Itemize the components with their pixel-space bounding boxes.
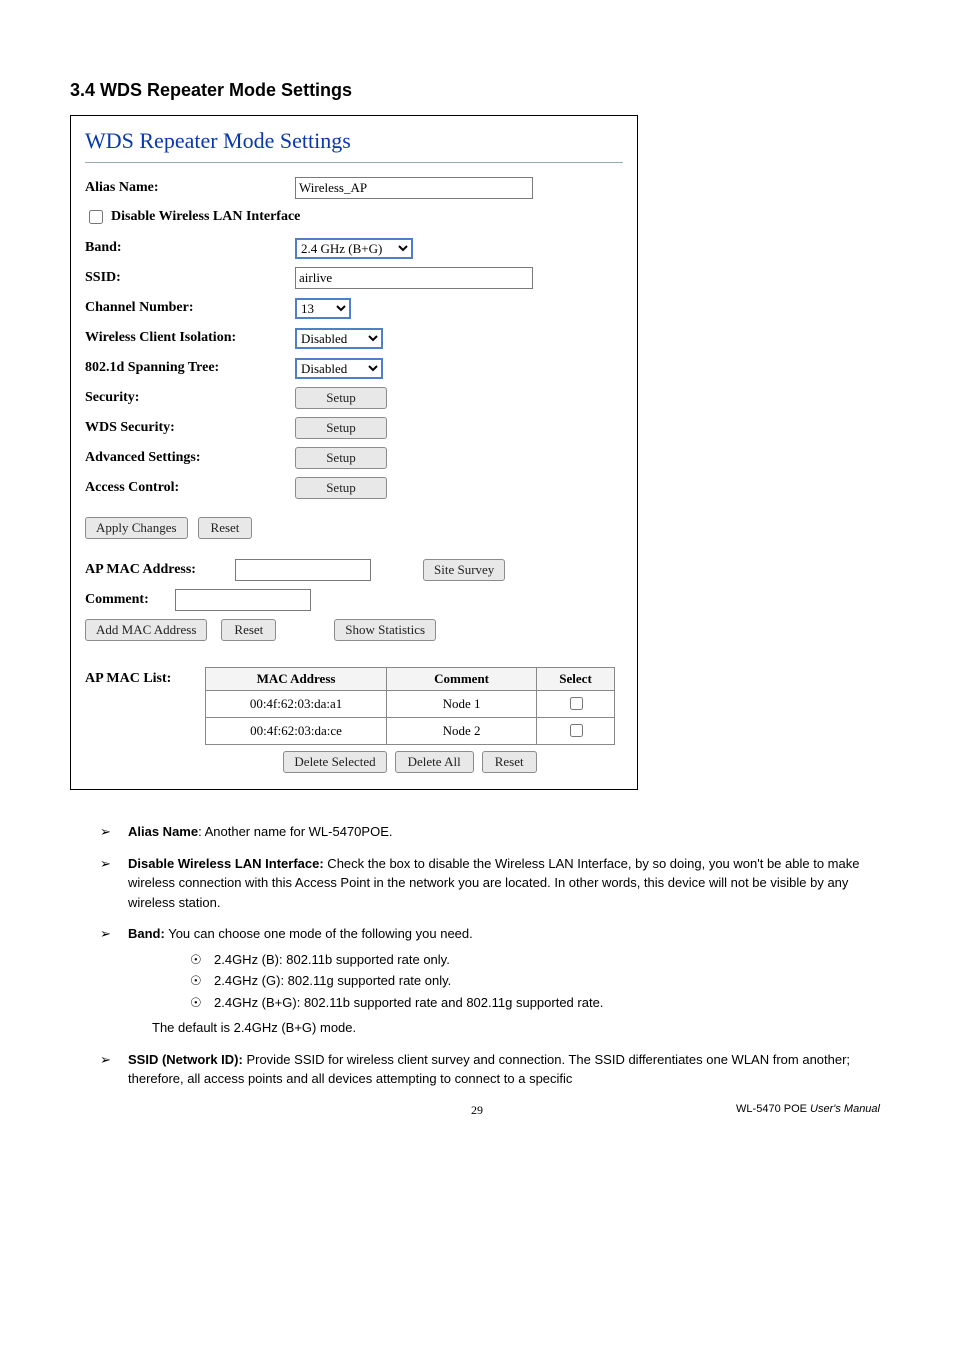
advanced-setup-button[interactable]: Setup xyxy=(295,447,387,469)
isolation-select[interactable]: Disabled xyxy=(295,328,383,349)
delete-selected-button[interactable]: Delete Selected xyxy=(283,751,386,773)
wds-security-label: WDS Security: xyxy=(85,420,295,436)
row-select-checkbox[interactable] xyxy=(570,724,583,737)
list-item: SSID (Network ID): Provide SSID for wire… xyxy=(104,1050,884,1089)
cell-comment: Node 1 xyxy=(387,691,537,718)
isolation-label: Wireless Client Isolation: xyxy=(85,330,295,346)
sub-list-item: 2.4GHz (G): 802.11g supported rate only. xyxy=(190,971,884,991)
ssid-label: SSID: xyxy=(85,270,295,286)
access-control-label: Access Control: xyxy=(85,480,295,496)
comment-input[interactable] xyxy=(175,589,311,611)
cell-comment: Node 2 xyxy=(387,718,537,745)
alias-name-label: Alias Name: xyxy=(85,180,295,196)
list-item: Band: You can choose one mode of the fol… xyxy=(104,924,884,1038)
divider xyxy=(85,162,623,163)
th-mac: MAC Address xyxy=(206,668,387,691)
th-select: Select xyxy=(537,668,615,691)
security-setup-button[interactable]: Setup xyxy=(295,387,387,409)
ap-mac-address-label: AP MAC Address: xyxy=(85,562,225,578)
channel-label: Channel Number: xyxy=(85,300,295,316)
security-label: Security: xyxy=(85,390,295,406)
reset-button-1[interactable]: Reset xyxy=(198,517,253,539)
table-row: 00:4f:62:03:da:ce Node 2 xyxy=(206,718,615,745)
ap-mac-address-input[interactable] xyxy=(235,559,371,581)
wds-security-setup-button[interactable]: Setup xyxy=(295,417,387,439)
ap-mac-list-table: MAC Address Comment Select 00:4f:62:03:d… xyxy=(205,667,615,745)
list-item: Disable Wireless LAN Interface: Check th… xyxy=(104,854,884,913)
spanning-tree-select[interactable]: Disabled xyxy=(295,358,383,379)
sub-list-item: 2.4GHz (B+G): 802.11b supported rate and… xyxy=(190,993,884,1013)
band-select[interactable]: 2.4 GHz (B+G) xyxy=(295,238,413,259)
description-section: Alias Name: Another name for WL-5470POE.… xyxy=(70,822,884,1089)
th-comment: Comment xyxy=(387,668,537,691)
show-statistics-button[interactable]: Show Statistics xyxy=(334,619,436,641)
row-select-checkbox[interactable] xyxy=(570,697,583,710)
ap-mac-list-label: AP MAC List: xyxy=(85,667,205,773)
section-heading: 3.4 WDS Repeater Mode Settings xyxy=(70,80,884,101)
apply-changes-button[interactable]: Apply Changes xyxy=(85,517,188,539)
add-mac-address-button[interactable]: Add MAC Address xyxy=(85,619,207,641)
band-label: Band: xyxy=(85,240,295,256)
channel-select[interactable]: 13 xyxy=(295,298,351,319)
ssid-input[interactable] xyxy=(295,267,533,289)
band-default-note: The default is 2.4GHz (B+G) mode. xyxy=(128,1018,884,1038)
reset-button-3[interactable]: Reset xyxy=(482,751,537,773)
comment-label: Comment: xyxy=(85,592,165,608)
site-survey-button[interactable]: Site Survey xyxy=(423,559,505,581)
delete-all-button[interactable]: Delete All xyxy=(395,751,474,773)
sub-list-item: 2.4GHz (B): 802.11b supported rate only. xyxy=(190,950,884,970)
list-item: Alias Name: Another name for WL-5470POE. xyxy=(104,822,884,842)
page-number: 29 xyxy=(70,1103,884,1118)
disable-wlan-label: Disable Wireless LAN Interface xyxy=(111,209,300,225)
table-row: 00:4f:62:03:da:a1 Node 1 xyxy=(206,691,615,718)
settings-panel: WDS Repeater Mode Settings Alias Name: D… xyxy=(70,115,638,790)
panel-title: WDS Repeater Mode Settings xyxy=(85,128,623,154)
advanced-settings-label: Advanced Settings: xyxy=(85,450,295,466)
disable-wlan-checkbox[interactable] xyxy=(89,210,103,224)
cell-mac: 00:4f:62:03:da:a1 xyxy=(206,691,387,718)
cell-mac: 00:4f:62:03:da:ce xyxy=(206,718,387,745)
alias-name-input[interactable] xyxy=(295,177,533,199)
access-control-setup-button[interactable]: Setup xyxy=(295,477,387,499)
reset-button-2[interactable]: Reset xyxy=(221,619,276,641)
spanning-tree-label: 802.1d Spanning Tree: xyxy=(85,360,295,376)
